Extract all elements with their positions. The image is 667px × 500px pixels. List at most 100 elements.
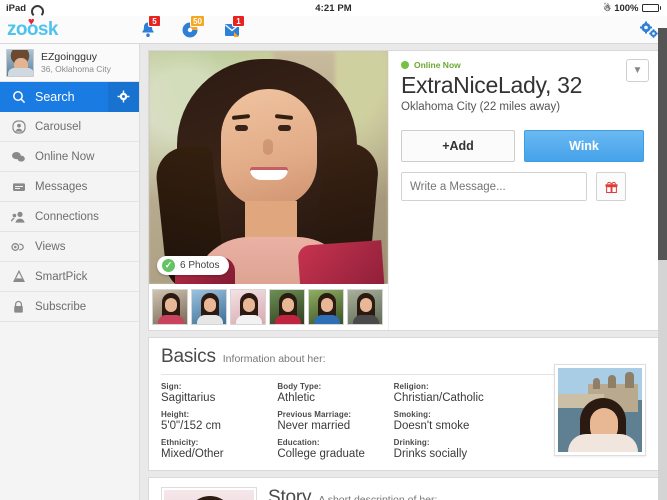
settings-gears-icon[interactable] <box>638 20 660 40</box>
add-button[interactable]: +Add <box>401 130 515 163</box>
basics-title: Basics <box>161 346 216 367</box>
sidebar-item-search[interactable]: Search <box>0 81 139 112</box>
lock-icon <box>11 299 26 314</box>
sidebar-item-label: Views <box>35 240 66 253</box>
sidebar-item-carousel[interactable]: Carousel <box>0 112 139 142</box>
battery-percent: 100% <box>614 2 639 14</box>
story-card: Story A short description of her: My sto… <box>148 477 659 500</box>
story-body: Story A short description of her: My sto… <box>268 487 646 500</box>
sidebar-item-label: Subscribe <box>35 300 87 313</box>
sidebar-user-card[interactable]: EZgoingguy 36, Oklahoma City <box>0 44 139 82</box>
sidebar-item-label: Connections <box>35 210 99 223</box>
field-value: Athletic <box>277 392 316 404</box>
thumbnail-4[interactable] <box>269 289 305 325</box>
sidebar-item-views[interactable]: Views <box>0 232 139 262</box>
basics-field: Drinking: Drinks socially <box>394 438 506 460</box>
ios-status-bar: iPad 4:21 PM ☃ 100% <box>0 0 667 16</box>
sidebar-user-name: EZgoingguy <box>41 50 98 63</box>
message-input[interactable] <box>401 172 587 202</box>
wink-button[interactable]: Wink <box>524 130 644 163</box>
sidebar: EZgoingguy 36, Oklahoma City Search Caro… <box>0 44 140 500</box>
chevron-down-icon[interactable]: ▼ <box>626 59 649 82</box>
action-buttons: +Add Wink <box>401 130 648 163</box>
carousel-badge: 50 <box>190 14 205 27</box>
basics-field: Religion: Christian/Catholic <box>394 382 506 404</box>
profile-location: Oklahoma City (22 miles away) <box>401 101 561 114</box>
field-value: Sagittarius <box>161 392 216 404</box>
basics-grid: Sign: Sagittarius Body Type: Athletic Re… <box>161 382 506 460</box>
field-value: Doesn't smoke <box>393 420 470 432</box>
message-row <box>401 172 648 202</box>
basics-card: Basics Information about her: Sign: Sagi… <box>148 337 659 471</box>
hero-photo[interactable]: ✓ 6 Photos <box>149 51 388 284</box>
field-value: 5'0"/152 cm <box>161 420 221 432</box>
notifications-badge: 5 <box>148 14 161 27</box>
sidebar-item-label: Messages <box>35 180 88 193</box>
basics-field: Ethnicity: Mixed/Other <box>161 438 273 460</box>
thumbnail-5[interactable] <box>308 289 344 325</box>
field-label: Religion: <box>393 382 429 391</box>
field-value: College graduate <box>277 448 365 460</box>
basics-field: Education: College graduate <box>277 438 389 460</box>
thumbnail-6[interactable] <box>347 289 383 325</box>
status-right: ☃ 100% <box>603 3 661 14</box>
basics-field: Sign: Sagittarius <box>161 382 273 404</box>
online-status: Online Now <box>401 60 648 70</box>
sidebar-item-subscribe[interactable]: Subscribe <box>0 292 139 322</box>
field-label: Ethnicity: <box>161 438 199 447</box>
app-top-bar: zoosk ♥ 5 50 1 <box>0 14 667 44</box>
field-label: Body Type: <box>277 382 322 391</box>
main-content: ✓ 6 Photos ▼ Online Now ExtraNiceLady, 3… <box>140 44 667 500</box>
carousel-icon[interactable]: 50 <box>180 14 205 40</box>
story-subtitle: A short description of her: <box>318 494 438 500</box>
online-status-label: Online Now <box>414 60 461 70</box>
status-time: 4:21 PM <box>315 2 352 14</box>
photo-count-badge[interactable]: ✓ 6 Photos <box>157 256 230 275</box>
gift-icon <box>605 182 617 194</box>
field-label: Education: <box>277 438 320 447</box>
basics-field: Smoking: Doesn't smoke <box>394 410 506 432</box>
app-screen: iPad 4:21 PM ☃ 100% zoosk ♥ 5 50 1 EZgoi… <box>0 0 667 500</box>
sidebar-item-messages[interactable]: Messages <box>0 172 139 202</box>
thumbnail-2[interactable] <box>191 289 227 325</box>
bluetooth-icon: ☃ <box>603 2 612 13</box>
eyes-icon <box>11 239 26 254</box>
envelope-icon <box>11 179 26 194</box>
story-photo[interactable] <box>161 487 257 500</box>
funnel-icon <box>11 269 26 284</box>
messages-badge: 1 <box>232 14 245 27</box>
zoosk-logo[interactable]: zoosk ♥ <box>7 17 58 40</box>
field-value: Drinks socially <box>393 448 468 460</box>
gift-button[interactable] <box>596 172 626 202</box>
sidebar-item-online-now[interactable]: Online Now <box>0 142 139 172</box>
basics-subtitle: Information about her: <box>222 353 326 365</box>
thumbnail-1[interactable] <box>152 289 188 325</box>
field-label: Smoking: <box>393 410 431 419</box>
sidebar-item-connections[interactable]: Connections <box>0 202 139 232</box>
notifications-bell-icon[interactable]: 5 <box>138 14 161 40</box>
battery-icon <box>641 4 661 12</box>
people-icon <box>11 209 26 224</box>
chat-bubbles-icon <box>11 149 26 164</box>
field-label: Height: <box>161 410 190 419</box>
sidebar-user-subtitle: 36, Oklahoma City <box>41 63 111 74</box>
thumbnail-3[interactable] <box>230 289 266 325</box>
thumbnail-strip <box>149 284 388 330</box>
basics-photo[interactable] <box>554 364 646 456</box>
field-label: Sign: <box>161 382 182 391</box>
profile-info-column: ▼ Online Now ExtraNiceLady, 32 Oklahoma … <box>388 51 658 330</box>
search-settings-button[interactable] <box>108 81 139 112</box>
basics-field: Previous Marriage: Never married <box>277 410 389 432</box>
scrollbar-thumb[interactable] <box>658 28 667 260</box>
online-dot-icon <box>401 61 409 69</box>
vertical-scrollbar[interactable] <box>658 28 667 500</box>
field-value: Christian/Catholic <box>393 392 484 404</box>
sidebar-item-label: Online Now <box>35 150 95 163</box>
basics-field: Height: 5'0"/152 cm <box>161 410 273 432</box>
sidebar-item-label: Carousel <box>35 120 82 133</box>
sidebar-item-smartpick[interactable]: SmartPick <box>0 262 139 292</box>
basics-field: Body Type: Athletic <box>277 382 389 404</box>
profile-card: ✓ 6 Photos ▼ Online Now ExtraNiceLady, 3… <box>148 50 659 331</box>
field-value: Mixed/Other <box>161 448 224 460</box>
messages-icon[interactable]: 1 <box>222 14 245 40</box>
